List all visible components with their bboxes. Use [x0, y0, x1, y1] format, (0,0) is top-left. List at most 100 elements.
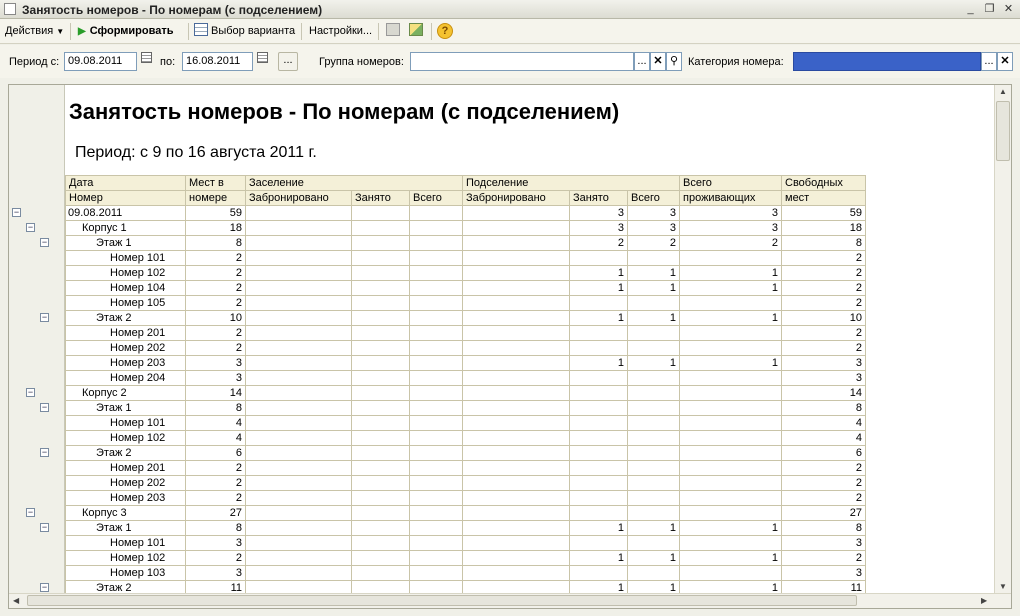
cell-free: 59 — [781, 205, 866, 221]
cell-co — [351, 310, 410, 326]
room-category-clear-button[interactable]: ✕ — [997, 52, 1013, 71]
cell-so: 3 — [569, 220, 628, 236]
search-icon: ⚲ — [669, 55, 679, 67]
cell-free: 10 — [781, 310, 866, 326]
collapse-group-icon[interactable]: − — [40, 448, 49, 457]
collapse-group-icon[interactable]: − — [26, 223, 35, 232]
restore-icon[interactable]: ❐ — [982, 2, 997, 16]
cell-places: 3 — [185, 565, 246, 581]
cell-places: 3 — [185, 355, 246, 371]
collapse-group-icon[interactable]: − — [40, 238, 49, 247]
collapse-group-icon[interactable]: − — [40, 403, 49, 412]
cell-ct — [409, 325, 463, 341]
cell-cb — [245, 580, 352, 593]
cell-so — [569, 370, 628, 386]
cell-ct — [409, 295, 463, 311]
cell-places: 2 — [185, 280, 246, 296]
cell-cb — [245, 490, 352, 506]
row-name: 09.08.2011 — [65, 205, 186, 221]
generate-button[interactable]: ▶ Сформировать — [78, 23, 174, 40]
group-row: Этаж 182228 — [65, 235, 866, 251]
room-group-select-button[interactable]: ... — [634, 52, 650, 71]
calendar-from-button[interactable] — [138, 52, 154, 71]
cell-ct — [409, 310, 463, 326]
calendar-to-button[interactable] — [254, 52, 270, 71]
cell-co — [351, 430, 410, 446]
cell-co — [351, 550, 410, 566]
minimize-icon[interactable]: _ — [963, 2, 978, 16]
cell-st — [627, 505, 680, 521]
cell-cb — [245, 340, 352, 356]
scroll-down-icon[interactable]: ▼ — [999, 582, 1007, 591]
cell-ct — [409, 235, 463, 251]
settings-button[interactable]: Настройки... — [309, 23, 372, 40]
horizontal-scroll-thumb[interactable] — [27, 595, 857, 606]
cell-ct — [409, 205, 463, 221]
cell-places: 2 — [185, 295, 246, 311]
row-name: Номер 204 — [65, 370, 186, 386]
period-choose-button[interactable]: ... — [278, 52, 298, 71]
vertical-scroll-thumb[interactable] — [996, 101, 1010, 161]
calendar-icon — [140, 52, 152, 63]
cell-sb — [462, 520, 570, 536]
room-group-field[interactable] — [410, 52, 634, 71]
cell-st — [627, 445, 680, 461]
settings-label: Настройки... — [309, 25, 373, 37]
header-total-living-1: Всего — [679, 175, 782, 191]
choose-variant-button[interactable]: Выбор варианта — [194, 23, 295, 40]
scroll-right-icon[interactable]: ▶ — [981, 596, 987, 605]
room-category-label: Категория номера: — [688, 56, 784, 68]
scroll-left-icon[interactable]: ◀ — [13, 596, 19, 605]
cell-cb — [245, 370, 352, 386]
actions-menu[interactable]: Действия ▼ — [5, 23, 64, 40]
calendar-icon — [256, 52, 268, 63]
cell-cb — [245, 220, 352, 236]
room-row: Номер 203 2 2 — [65, 490, 866, 506]
collapse-group-icon[interactable]: − — [26, 388, 35, 397]
cell-places: 27 — [185, 505, 246, 521]
vertical-scrollbar[interactable]: ▲ ▼ — [994, 85, 1011, 593]
restore-settings-button[interactable] — [409, 23, 426, 40]
cell-st: 1 — [627, 550, 680, 566]
horizontal-scrollbar[interactable]: ◀ ▶ — [9, 593, 1011, 608]
save-settings-button[interactable] — [386, 23, 403, 40]
cell-co — [351, 370, 410, 386]
cell-cb — [245, 205, 352, 221]
close-icon[interactable]: ✕ — [1001, 2, 1016, 16]
period-from-field[interactable]: 09.08.2011 — [64, 52, 137, 71]
group-row: Корпус 2 14 14 — [65, 385, 866, 401]
cell-sb — [462, 505, 570, 521]
collapse-group-icon[interactable]: − — [26, 508, 35, 517]
collapse-group-icon[interactable]: − — [40, 523, 49, 532]
scroll-up-icon[interactable]: ▲ — [999, 87, 1007, 96]
cell-st: 1 — [627, 580, 680, 593]
row-name: Номер 101 — [65, 250, 186, 266]
collapse-group-icon[interactable]: − — [40, 313, 49, 322]
generate-label: Сформировать — [89, 25, 174, 37]
collapse-group-icon[interactable]: − — [40, 583, 49, 592]
help-button[interactable]: ? — [437, 23, 453, 40]
collapse-group-icon[interactable]: − — [12, 208, 21, 217]
cell-so — [569, 565, 628, 581]
cell-free: 27 — [781, 505, 866, 521]
cell-ct — [409, 445, 463, 461]
cell-cb — [245, 310, 352, 326]
cell-live — [679, 565, 782, 581]
room-category-field[interactable] — [793, 52, 981, 71]
room-group-search-button[interactable]: ⚲ — [666, 52, 682, 71]
restore-settings-icon — [409, 23, 423, 36]
table-header-row: Дата Мест в Заселение Подселение Всего С… — [65, 175, 866, 191]
period-to-field[interactable]: 16.08.2011 — [182, 52, 253, 71]
group-row: Этаж 2 11 1 1 1 11 — [65, 580, 866, 593]
cell-st: 1 — [627, 280, 680, 296]
report-sheet[interactable]: Занятость номеров - По номерам (с подсел… — [65, 85, 995, 593]
cell-live: 1 — [679, 355, 782, 371]
room-category-select-button[interactable]: ... — [981, 52, 997, 71]
cell-live — [679, 415, 782, 431]
cell-live — [679, 250, 782, 266]
cell-live — [679, 295, 782, 311]
group-row: Этаж 188 — [65, 400, 866, 416]
room-group-clear-button[interactable]: ✕ — [650, 52, 666, 71]
header-sharing-occupied: Занято — [569, 190, 628, 206]
cell-live — [679, 400, 782, 416]
